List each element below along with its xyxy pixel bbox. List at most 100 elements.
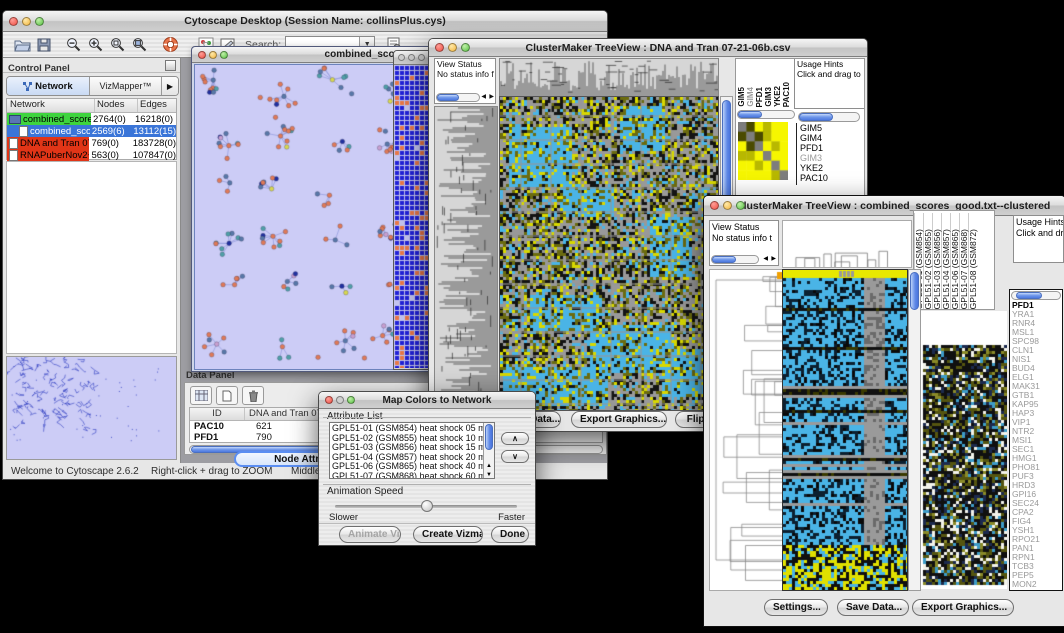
close-button[interactable] — [198, 51, 206, 59]
zoom-button[interactable] — [347, 396, 355, 404]
tab-vizmapper[interactable]: VizMapper™ — [90, 77, 162, 95]
gene-list-item[interactable]: MON2 — [1012, 580, 1062, 589]
view-status-scroll-thumb[interactable] — [437, 94, 459, 101]
view-status-scroll-thumb[interactable] — [712, 256, 736, 263]
done-button[interactable]: Done — [491, 526, 529, 543]
network-table-row[interactable]: RNAPuberNov2+563(0)107847(0) — [7, 149, 176, 161]
minimize-button[interactable] — [408, 54, 415, 61]
network-table-row[interactable]: DNA and Tran 07769(0)183728(0) — [7, 137, 176, 149]
treeview1-titlebar[interactable]: ClusterMaker TreeView : DNA and Tran 07-… — [429, 39, 867, 57]
scroll-up-icon[interactable]: ▲ — [486, 463, 492, 469]
slower-label: Slower — [329, 512, 358, 523]
col-nodes[interactable]: Nodes — [95, 99, 138, 112]
tv1-summary-matrix[interactable] — [738, 122, 788, 180]
id-column-header[interactable]: ID — [190, 408, 245, 420]
usage-hints-text: Click and drag to — [1014, 228, 1063, 239]
zoom-in-icon[interactable] — [85, 35, 107, 55]
close-button[interactable] — [710, 201, 719, 210]
delete-attribute-icon[interactable] — [242, 386, 264, 405]
tv1-zoom-slider[interactable] — [798, 112, 860, 122]
attr-row-id: PFD1 — [190, 432, 248, 443]
export-graphics-button[interactable]: Export Graphics... — [912, 599, 1014, 616]
scroll-left-icon[interactable]: ◀ — [763, 255, 768, 264]
tv1-row-dendrogram[interactable] — [434, 106, 498, 411]
speed-slider-thumb[interactable] — [421, 500, 433, 512]
dialog-titlebar[interactable]: Map Colors to Network — [319, 392, 535, 409]
file-icon — [9, 138, 18, 149]
zoom-button[interactable] — [461, 43, 470, 52]
tv1-column-label: GIM3 — [765, 87, 773, 107]
network-table-row[interactable]: combined_scores_2764(0)16218(0) — [7, 113, 176, 125]
close-button[interactable] — [435, 43, 444, 52]
tv2-vscrollbar[interactable] — [908, 269, 921, 591]
move-up-button[interactable]: ∧ — [501, 432, 529, 445]
attribute-select-icon[interactable] — [190, 386, 212, 405]
tv1-heatmap-canvas[interactable] — [499, 96, 719, 411]
open-file-icon[interactable] — [11, 35, 33, 55]
network-name-cell[interactable]: RNAPuberNov2+ — [7, 149, 89, 161]
network-edges-cell: 16218(0) — [133, 114, 176, 125]
scroll-down-icon[interactable]: ▼ — [486, 472, 492, 478]
scroll-right-icon[interactable]: ▶ — [489, 93, 494, 102]
float-panel-icon[interactable] — [165, 60, 176, 71]
network-overview-canvas[interactable] — [7, 357, 176, 459]
zoom-out-icon[interactable] — [63, 35, 85, 55]
export-graphics-button[interactable]: Export Graphics... — [571, 411, 667, 428]
tab-overflow-arrow[interactable]: ▶ — [162, 77, 178, 95]
attribute-list-scrollbar[interactable]: ▲ ▼ — [483, 423, 494, 478]
save-session-icon[interactable] — [33, 35, 55, 55]
settings-button[interactable]: Settings... — [764, 599, 828, 616]
usage-hints-label: Usage Hints — [795, 59, 864, 70]
tv2-row-dendrogram[interactable] — [709, 269, 783, 591]
tv1-summary-hscroll[interactable] — [737, 110, 795, 119]
network-name-cell[interactable]: combined_scores_ — [7, 113, 91, 125]
control-panel: Control Panel Network VizMapper™ ▶ Netwo… — [3, 58, 181, 463]
tab-network[interactable]: Network — [7, 77, 90, 95]
minimize-button[interactable] — [723, 201, 732, 210]
network-nodes-cell: 2764(0) — [91, 114, 133, 125]
tv2-heatmap-canvas[interactable] — [782, 269, 908, 591]
zoom-button[interactable] — [220, 51, 228, 59]
zoom-button[interactable] — [35, 17, 44, 26]
close-button[interactable] — [9, 17, 18, 26]
tv1-column-labels: GIM5GIM4PFD1GIM3YKE2PAC10 — [738, 61, 788, 107]
move-down-button[interactable]: ∨ — [501, 450, 529, 463]
gene-panel-scroll-thumb[interactable] — [1016, 292, 1042, 299]
scroll-left-icon[interactable]: ◀ — [481, 93, 486, 102]
zoom-button[interactable] — [736, 201, 745, 210]
close-button[interactable] — [325, 396, 333, 404]
attribute-scroll-thumb[interactable] — [485, 424, 493, 450]
create-vizmap-button[interactable]: Create Vizmap — [413, 526, 483, 543]
network-overview-panel[interactable] — [6, 356, 177, 460]
network-nodes-cell: 563(0) — [89, 150, 130, 161]
tv2-column-dendrogram[interactable] — [782, 220, 912, 268]
save-data-button[interactable]: Save Data... — [837, 599, 909, 616]
col-network[interactable]: Network — [7, 99, 95, 112]
zoom-selected-icon[interactable] — [107, 35, 129, 55]
tv2-vscroll-thumb[interactable] — [910, 272, 919, 310]
col-edges[interactable]: Edges — [138, 99, 176, 112]
animate-vizmap-button[interactable]: Animate Vizmap — [339, 526, 401, 543]
new-attribute-icon[interactable] — [216, 386, 238, 405]
attribute-list-item[interactable]: GPL51-07 (GSM868) heat shock 60 min — [332, 472, 494, 480]
tv1-row-label: PFD1 — [800, 143, 866, 153]
minimize-button[interactable] — [209, 51, 217, 59]
tv2-detail-heatmap-canvas[interactable] — [921, 311, 1007, 589]
tv1-column-label: YKE2 — [774, 86, 782, 107]
network-table-row[interactable]: combined_sco2569(6)13112(15) — [7, 125, 176, 137]
zoom-button[interactable] — [418, 54, 425, 61]
help-lifering-icon[interactable] — [159, 35, 181, 55]
treeview2-titlebar[interactable]: ClusterMaker TreeView : combined_scores_… — [704, 196, 1064, 216]
cytoscape-titlebar[interactable]: Cytoscape Desktop (Session Name: collins… — [3, 11, 607, 32]
network-name-cell[interactable]: DNA and Tran 07 — [7, 137, 89, 149]
tv1-column-dendrogram[interactable] — [499, 58, 719, 98]
speed-slider[interactable] — [335, 505, 517, 508]
minimize-button[interactable] — [22, 17, 31, 26]
minimize-button[interactable] — [336, 396, 344, 404]
close-button[interactable] — [398, 54, 405, 61]
zoom-fit-icon[interactable] — [129, 35, 151, 55]
minimize-button[interactable] — [448, 43, 457, 52]
scroll-right-icon[interactable]: ▶ — [771, 255, 776, 264]
network-edges-cell: 183728(0) — [131, 138, 176, 149]
network-name-cell[interactable]: combined_sco — [7, 125, 90, 137]
